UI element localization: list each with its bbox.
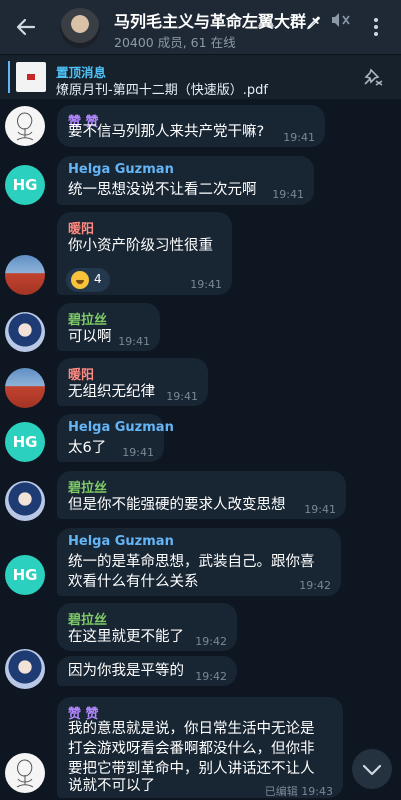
message-meta: 已编辑 19:43 <box>265 783 333 799</box>
back-arrow-icon[interactable] <box>14 15 38 39</box>
message-text: 要不信马列那人来共产党干嘛? <box>68 124 265 140</box>
message-text: 我的意思就是说，你日常生活中无论是 <box>68 721 315 737</box>
more-vertical-icon[interactable] <box>366 16 386 38</box>
message-bubble[interactable]: 碧拉丝 可以啊 19:41 <box>57 303 160 351</box>
message-bubble[interactable]: 暖阳 无组织无纪律 19:41 <box>57 358 208 406</box>
message-text: 统一思想没说不让看二次元啊 <box>68 182 257 198</box>
message-time: 19:41 <box>166 390 198 403</box>
message-bubble[interactable]: 暖阳 你小资产阶级习性很重 4 19:41 <box>57 212 232 295</box>
pinned-message-bar[interactable]: 置顶消息 燎原月刊-第四十二期（快速版）.pdf <box>0 54 401 99</box>
member-count: 20400 成员, 61 在线 <box>114 35 236 50</box>
message-text: 太6了 <box>68 440 107 456</box>
avatar[interactable] <box>5 753 45 793</box>
message-time: 19:41 <box>283 131 315 144</box>
message-time: 19:41 <box>122 446 154 459</box>
avatar[interactable] <box>5 255 45 295</box>
author-name[interactable]: 碧拉丝 <box>68 477 107 496</box>
author-name[interactable]: 碧拉丝 <box>68 609 107 628</box>
author-name[interactable]: Helga Guzman <box>68 162 174 177</box>
message-bubble[interactable]: Helga Guzman 统一的是革命思想，武装自己。跟你喜 欢看什么有什么关系… <box>57 528 341 596</box>
message-time: 19:42 <box>299 579 331 592</box>
message-bubble[interactable]: Helga Guzman 统一思想没说不让看二次元啊 19:41 <box>57 156 314 205</box>
chat-title[interactable]: 马列毛主义与革命左翼大群🗡 <box>114 8 321 32</box>
chat-header: 马列毛主义与革命左翼大群🗡 20400 成员, 61 在线 <box>0 0 401 54</box>
message-bubble[interactable]: 碧拉丝 但是你不能强硬的要求人改变思想 19:41 <box>57 471 346 519</box>
message-bubble[interactable]: 赞 赞 要不信马列那人来共产党干嘛? 19:41 <box>57 105 325 147</box>
message-text: 因为你我是平等的 <box>68 663 184 679</box>
message-time: 19:42 <box>195 670 227 683</box>
pinned-text: 燎原月刊-第四十二期（快速版）.pdf <box>56 83 268 98</box>
mute-icon <box>332 13 350 27</box>
author-name[interactable]: 碧拉丝 <box>68 309 107 328</box>
message-text: 统一的是革命思想，武装自己。跟你喜 <box>68 554 315 570</box>
author-name[interactable]: Helga Guzman <box>68 420 174 435</box>
title-emoji: 🗡 <box>306 16 322 30</box>
group-avatar[interactable] <box>60 8 100 48</box>
avatar[interactable] <box>5 312 45 352</box>
avatar[interactable] <box>5 368 45 408</box>
sketch-avatar-icon <box>16 759 34 788</box>
edited-label: 已编辑 <box>264 785 298 798</box>
message-text: 可以啊 <box>68 329 112 345</box>
avatar[interactable]: HG <box>5 422 45 462</box>
chevron-down-icon <box>362 764 382 776</box>
message-time: 19:41 <box>272 188 304 201</box>
message-text: 说就不可以了 <box>68 778 155 794</box>
avatar-initials: HG <box>12 433 38 451</box>
chat-title-text: 马列毛主义与革命左翼大群 <box>114 12 307 31</box>
author-name[interactable]: Helga Guzman <box>68 534 174 549</box>
message-text: 在这里就更不能了 <box>68 629 184 645</box>
avatar[interactable] <box>5 649 45 689</box>
sketch-avatar-icon <box>16 112 34 141</box>
rofl-emoji-icon <box>71 271 89 289</box>
message-bubble[interactable]: 因为你我是平等的 19:42 <box>57 656 237 686</box>
message-bubble[interactable]: 赞 赞 我的意思就是说，你日常生活中无论是 打会游戏呀看会番啊都没什么，但你非 … <box>57 697 343 798</box>
message-time: 19:42 <box>195 635 227 648</box>
pinned-indicator <box>8 61 10 93</box>
reaction-count: 4 <box>94 272 102 286</box>
message-time: 19:41 <box>118 335 150 348</box>
avatar-initials: HG <box>12 176 38 194</box>
reaction-chip[interactable]: 4 <box>66 268 110 292</box>
message-bubble[interactable]: 碧拉丝 在这里就更不能了 19:42 <box>57 603 237 651</box>
message-time: 19:41 <box>304 503 336 516</box>
unpin-icon[interactable] <box>362 67 386 87</box>
message-bubble[interactable]: Helga Guzman 太6了 19:41 <box>57 414 174 462</box>
message-text: 无组织无纪律 <box>68 384 155 400</box>
message-text: 欢看什么有什么关系 <box>68 574 199 590</box>
avatar-initials: HG <box>12 566 38 584</box>
scroll-to-bottom-button[interactable] <box>352 749 392 789</box>
message-time: 19:41 <box>190 278 222 291</box>
avatar[interactable] <box>5 481 45 521</box>
avatar[interactable] <box>5 106 45 146</box>
pinned-thumbnail <box>16 62 46 92</box>
author-name[interactable]: 暖阳 <box>68 364 94 383</box>
message-text: 但是你不能强硬的要求人改变思想 <box>68 497 286 513</box>
message-text: 打会游戏呀看会番啊都没什么，但你非 <box>68 741 315 757</box>
author-name[interactable]: 暖阳 <box>68 218 94 237</box>
avatar[interactable]: HG <box>5 165 45 205</box>
avatar[interactable]: HG <box>5 555 45 595</box>
message-time: 19:43 <box>301 785 333 798</box>
message-text: 你小资产阶级习性很重 <box>68 238 213 254</box>
